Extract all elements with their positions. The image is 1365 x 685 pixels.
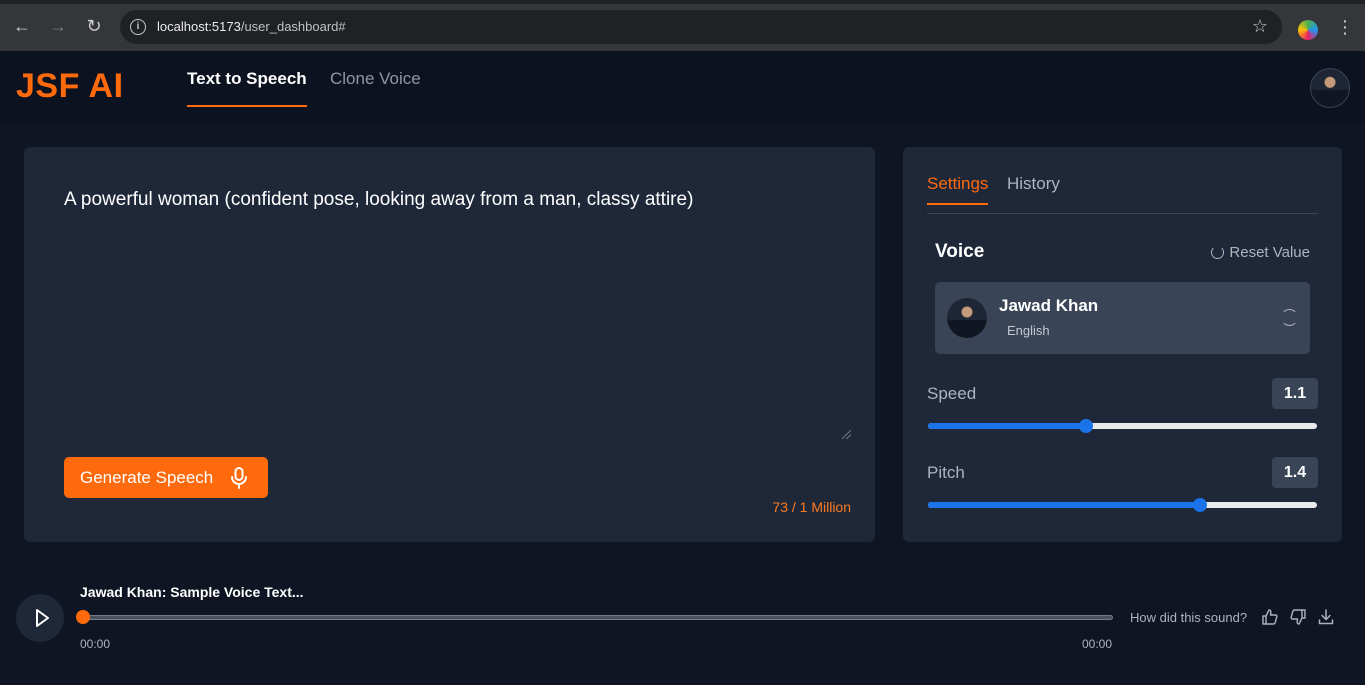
thumbs-down-icon[interactable] [1290, 609, 1306, 625]
tab-clone-voice[interactable]: Clone Voice [330, 69, 421, 89]
browser-profile-avatar[interactable] [1298, 20, 1318, 40]
tab-history[interactable]: History [1007, 174, 1060, 194]
speed-value: 1.1 [1272, 378, 1318, 409]
reset-value-label: Reset Value [1229, 244, 1310, 261]
url-path: /user_dashboard# [240, 19, 346, 34]
app-header: JSF AI Text to Speech Clone Voice [0, 51, 1365, 123]
speed-slider-fill [928, 423, 1086, 429]
current-time: 00:00 [80, 637, 111, 651]
generate-speech-button[interactable]: Generate Speech [64, 457, 268, 498]
browser-toolbar: ← → ↻ i localhost:5173/user_dashboard# ☆… [0, 0, 1365, 51]
pitch-slider-fill [928, 502, 1200, 508]
tab-divider [927, 213, 1318, 214]
tab-text-to-speech[interactable]: Text to Speech [187, 69, 307, 107]
speed-slider-thumb[interactable] [1078, 419, 1093, 433]
microphone-icon [231, 467, 247, 489]
feedback-prompt: How did this sound? [1130, 610, 1248, 625]
voice-language: English [1007, 323, 1050, 338]
voice-avatar [947, 298, 987, 338]
pitch-value: 1.4 [1272, 457, 1318, 488]
speed-slider[interactable] [928, 419, 1317, 433]
text-editor-panel: A powerful woman (confident pose, lookin… [24, 147, 875, 542]
tab-settings[interactable]: Settings [927, 174, 989, 205]
character-count: 73 / 1 Million [772, 499, 851, 515]
speed-label: Speed [927, 384, 977, 403]
audio-progress-thumb[interactable] [76, 610, 90, 624]
address-bar[interactable]: i localhost:5173/user_dashboard# ☆ [120, 10, 1282, 44]
browser-menu-icon[interactable]: ⋮ [1336, 18, 1354, 36]
duration: 00:00 [1082, 637, 1113, 651]
url-text[interactable]: localhost:5173/user_dashboard# [157, 19, 346, 34]
bookmark-star-icon[interactable]: ☆ [1252, 16, 1268, 37]
track-title: Jawad Khan: Sample Voice Text... [80, 584, 304, 600]
reset-value-button[interactable]: Reset Value [1211, 244, 1310, 261]
settings-panel: Settings History Voice Reset Value Jawad… [903, 147, 1342, 542]
generate-speech-label: Generate Speech [80, 468, 214, 487]
audio-progress-bar[interactable] [76, 610, 1113, 624]
app-logo: JSF AI [16, 67, 124, 105]
play-button[interactable] [16, 594, 64, 642]
voice-section-title: Voice [935, 241, 985, 262]
reset-icon [1211, 246, 1225, 259]
speech-text-input[interactable]: A powerful woman (confident pose, lookin… [64, 187, 852, 441]
play-icon [36, 609, 49, 627]
change-voice-icon[interactable] [1281, 309, 1298, 326]
reload-icon[interactable]: ↻ [82, 14, 106, 38]
thumbs-up-icon[interactable] [1262, 609, 1278, 625]
site-info-icon[interactable]: i [130, 19, 146, 35]
pitch-slider[interactable] [928, 498, 1317, 512]
pitch-label: Pitch [927, 463, 965, 482]
voice-selector-card[interactable]: Jawad Khan English [935, 282, 1310, 354]
voice-name: Jawad Khan [999, 296, 1099, 315]
forward-arrow-icon[interactable]: → [46, 14, 70, 38]
textarea-resize-handle[interactable] [842, 430, 851, 439]
user-avatar[interactable] [1310, 68, 1350, 108]
download-icon[interactable] [1318, 609, 1334, 625]
back-arrow-icon[interactable]: ← [10, 14, 34, 38]
pitch-slider-thumb[interactable] [1192, 498, 1207, 512]
url-host: localhost:5173 [157, 19, 241, 34]
